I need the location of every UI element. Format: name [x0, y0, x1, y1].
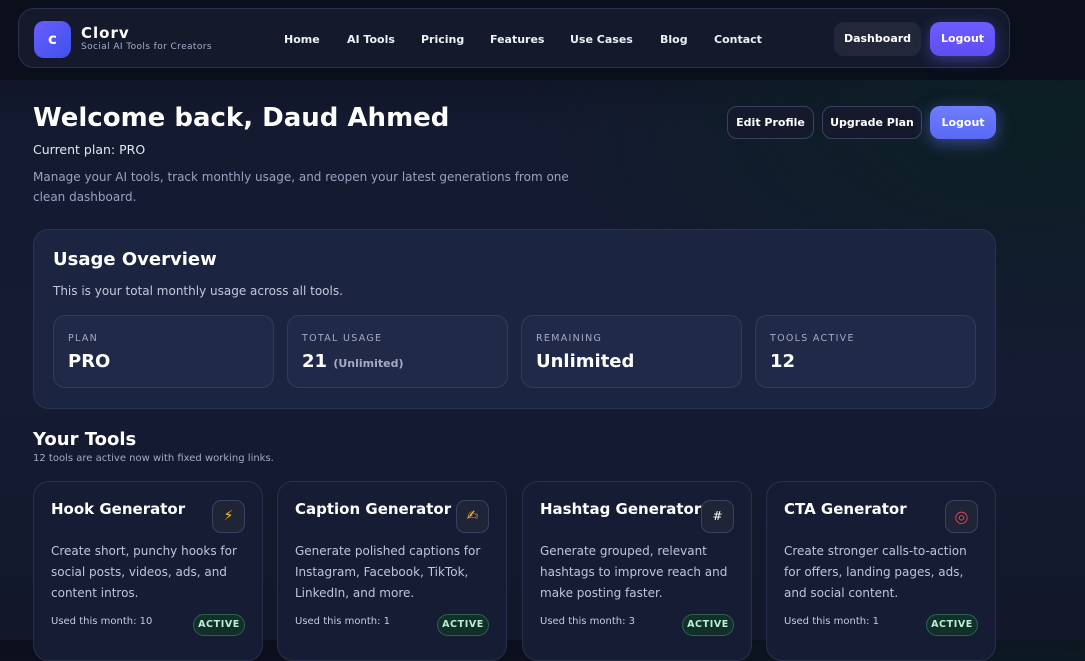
page-title: Welcome back, Daud Ahmed: [33, 103, 450, 133]
tool-card-title: Caption Generator: [295, 500, 452, 518]
tool-card-description: Generate polished captions for Instagram…: [295, 544, 481, 600]
nav-link-ai-tools[interactable]: AI Tools: [347, 33, 395, 46]
status-badge: ACTIVE: [193, 614, 245, 636]
usage-subtitle: This is your total monthly usage across …: [53, 284, 343, 298]
logout-button[interactable]: Logout: [930, 106, 996, 139]
stat-label: PLAN: [68, 333, 99, 344]
stat-card-total-usage: TOTAL USAGE 21 (Unlimited): [287, 315, 508, 388]
nav-link-home[interactable]: Home: [284, 33, 320, 46]
tool-card-caption-generator[interactable]: Caption Generator ✍ Generate polished ca…: [277, 481, 507, 661]
tool-card-usage: Used this month: 1: [784, 616, 879, 627]
nav-link-contact[interactable]: Contact: [714, 33, 762, 46]
status-badge: ACTIVE: [926, 614, 978, 636]
tool-card-usage: Used this month: 1: [295, 616, 390, 627]
tools-section-title: Your Tools: [33, 429, 137, 450]
welcome-description: Manage your AI tools, track monthly usag…: [33, 170, 569, 204]
stat-value: PRO: [68, 351, 111, 372]
tool-card-hook-generator[interactable]: Hook Generator ⚡ Create short, punchy ho…: [33, 481, 263, 661]
stat-card-plan: PLAN PRO: [53, 315, 274, 388]
tool-card-cta-generator[interactable]: CTA Generator ◎ Create stronger calls-to…: [766, 481, 996, 661]
brand-tagline: Social AI Tools for Creators: [81, 42, 212, 52]
stat-card-tools-active: TOOLS ACTIVE 12: [755, 315, 976, 388]
logo-icon[interactable]: c: [34, 21, 71, 58]
lightning-icon: ⚡: [212, 500, 245, 533]
tools-section-subtitle: 12 tools are active now with fixed worki…: [33, 453, 274, 464]
nav-link-use-cases[interactable]: Use Cases: [570, 33, 633, 46]
stat-card-remaining: REMAINING Unlimited: [521, 315, 742, 388]
brand-name[interactable]: Clorv: [81, 24, 130, 42]
stat-note: (Unlimited): [333, 357, 404, 370]
tool-card-usage: Used this month: 3: [540, 616, 635, 627]
stat-value: Unlimited: [536, 351, 635, 372]
tool-card-usage: Used this month: 10: [51, 616, 153, 627]
nav-link-features[interactable]: Features: [490, 33, 544, 46]
stat-value: 12: [770, 351, 796, 372]
tool-card-description: Create short, punchy hooks for social po…: [51, 544, 237, 600]
writing-hand-icon: ✍: [456, 500, 489, 533]
tool-card-title: Hashtag Generator: [540, 500, 702, 518]
hashtag-icon: #: [701, 500, 734, 533]
upgrade-plan-button[interactable]: Upgrade Plan: [822, 106, 922, 139]
tool-card-description: Create stronger calls-to-action for offe…: [784, 544, 967, 600]
top-navigation: c Clorv Social AI Tools for Creators Hom…: [18, 8, 1010, 68]
nav-link-blog[interactable]: Blog: [660, 33, 688, 46]
status-badge: ACTIVE: [437, 614, 489, 636]
stat-value: 21 (Unlimited): [302, 351, 404, 372]
nav-link-pricing[interactable]: Pricing: [421, 33, 464, 46]
dashboard-button[interactable]: Dashboard: [834, 22, 921, 56]
stat-label: TOTAL USAGE: [302, 333, 383, 344]
stat-label: REMAINING: [536, 333, 603, 344]
nav-logout-button[interactable]: Logout: [930, 22, 995, 56]
tool-card-title: Hook Generator: [51, 500, 186, 518]
usage-overview-panel: Usage Overview This is your total monthl…: [33, 229, 996, 409]
tool-card-hashtag-generator[interactable]: Hashtag Generator # Generate grouped, re…: [522, 481, 752, 661]
target-icon: ◎: [945, 500, 978, 533]
edit-profile-button[interactable]: Edit Profile: [727, 106, 814, 139]
tool-card-title: CTA Generator: [784, 500, 907, 518]
current-plan-text: Current plan: PRO: [33, 142, 146, 157]
status-badge: ACTIVE: [682, 614, 734, 636]
stat-label: TOOLS ACTIVE: [770, 333, 855, 344]
stat-number: 21: [302, 351, 328, 372]
tool-card-description: Generate grouped, relevant hashtags to i…: [540, 544, 728, 600]
usage-title: Usage Overview: [53, 249, 217, 270]
